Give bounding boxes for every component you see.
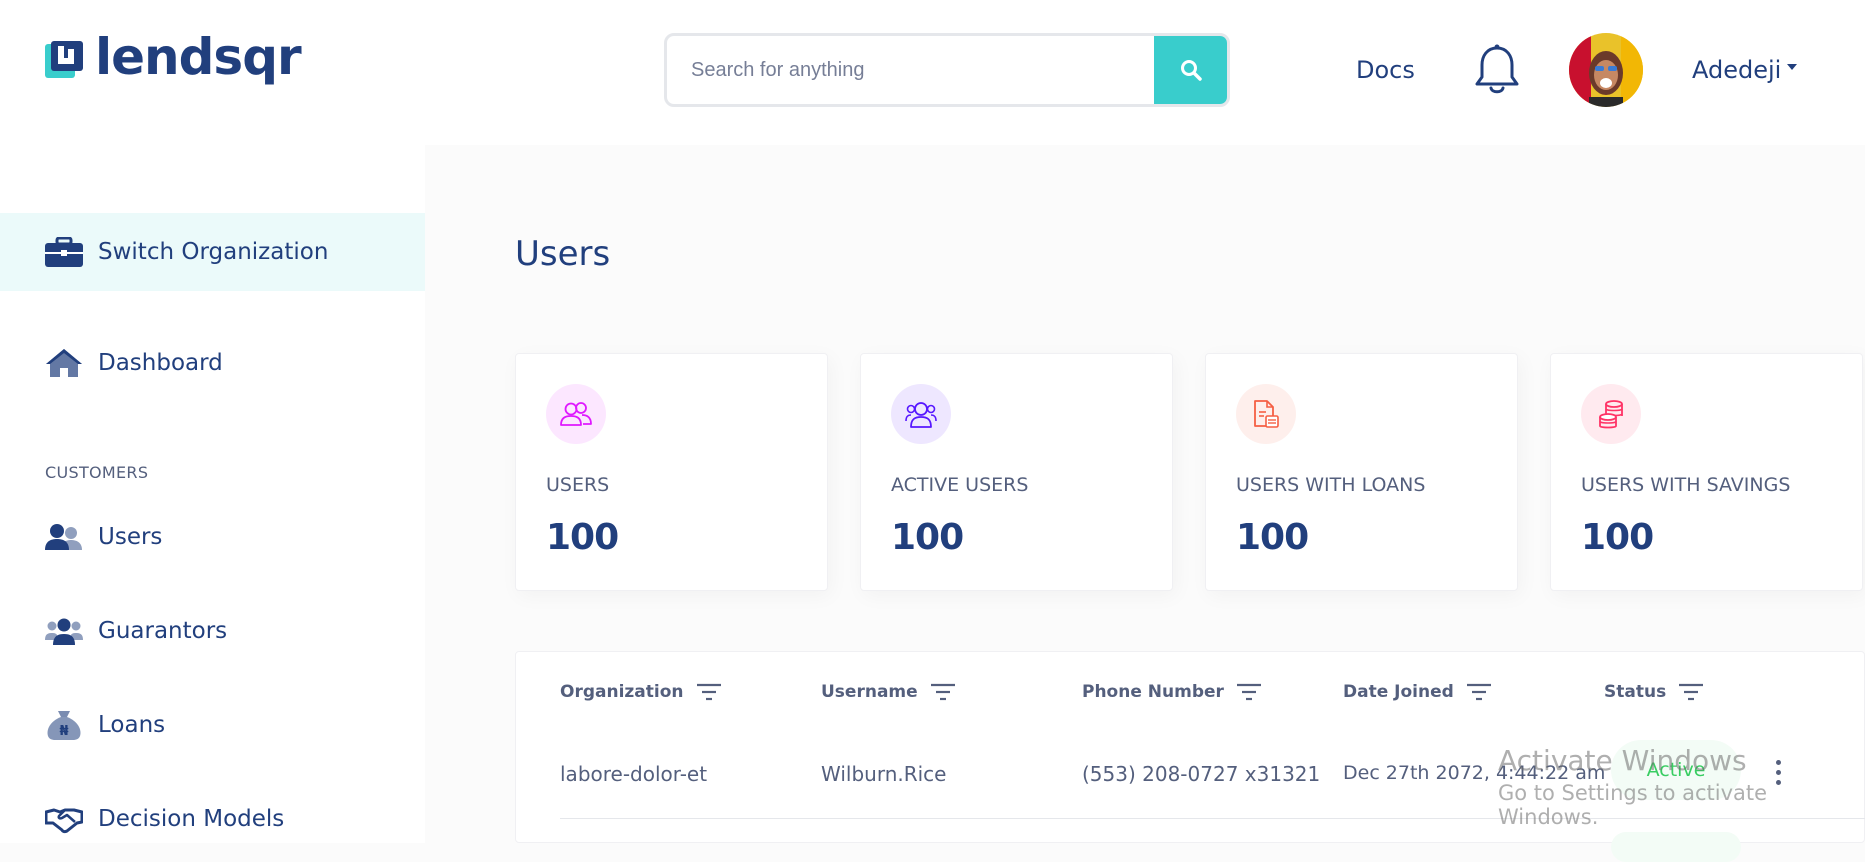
sidebar-item-loans[interactable]: ₦ Loans [0,686,425,764]
notification-bell-icon[interactable] [1474,44,1520,100]
coins-icon [1581,384,1641,444]
users-icon [45,522,83,552]
docs-link[interactable]: Docs [1356,56,1415,84]
sidebar-item-guarantors[interactable]: Guarantors [0,592,425,670]
filter-icon[interactable] [1466,683,1492,701]
user-menu[interactable]: Adedeji [1692,56,1798,84]
status-badge [1611,832,1741,862]
stat-value: 100 [546,517,619,558]
users-outline-icon [546,384,606,444]
column-header-label: Phone Number [1082,682,1224,702]
stat-value: 100 [891,517,964,558]
column-header-label: Organization [560,682,684,702]
sidebar-item-label: Dashboard [98,350,223,376]
stat-value: 100 [1581,517,1654,558]
top-header: lendsqr Docs A [0,0,1865,145]
search-icon [1180,60,1202,81]
column-header-label: Status [1604,682,1667,702]
handshake-icon [45,804,83,834]
watermark-subtitle: Go to Settings to activate Windows. [1498,781,1768,829]
briefcase-icon [45,237,83,267]
filter-icon[interactable] [1678,683,1704,701]
filter-icon[interactable] [930,683,956,701]
filter-icon[interactable] [1236,683,1262,701]
column-header-phone-number[interactable]: Phone Number [1082,682,1262,702]
stat-card-active-users: ACTIVE USERS 100 [860,353,1173,591]
stat-label: ACTIVE USERS [891,474,1029,496]
stat-card-users-with-savings: USERS WITH SAVINGS 100 [1550,353,1863,591]
stat-card-users-with-loans: USERS WITH LOANS 100 [1205,353,1518,591]
column-header-username[interactable]: Username [821,682,956,702]
user-avatar[interactable] [1569,33,1643,107]
column-header-date-joined[interactable]: Date Joined [1343,682,1492,702]
sidebar: Switch Organization Dashboard CUSTOMERS … [0,145,425,843]
search-input[interactable] [667,36,1154,104]
column-header-status[interactable]: Status [1604,682,1704,702]
logo-mark-icon [45,41,83,79]
chevron-down-icon [1787,64,1798,70]
stat-value: 100 [1236,517,1309,558]
sidebar-item-users[interactable]: Users [0,498,425,576]
cell-organization: labore-dolor-et [560,762,708,786]
sidebar-item-label: Guarantors [98,618,228,644]
stat-label: USERS WITH LOANS [1236,474,1426,496]
loan-document-icon [1236,384,1296,444]
section-label-customers: CUSTOMERS [45,463,149,482]
lendsqr-logo[interactable]: lendsqr [45,32,302,82]
stat-card-users: USERS 100 [515,353,828,591]
filter-icon[interactable] [696,683,722,701]
logo-text: lendsqr [95,28,302,86]
stat-label: USERS [546,474,610,496]
windows-activation-watermark: Activate Windows Go to Settings to activ… [1498,744,1865,829]
guarantors-icon [45,616,83,646]
switch-organization-button[interactable]: Switch Organization [0,213,425,291]
loan-sack-icon: ₦ [45,710,83,740]
sidebar-item-label: Loans [98,712,166,738]
search-button[interactable] [1154,36,1227,104]
search-bar [664,33,1230,107]
cell-username: Wilburn.Rice [821,762,947,786]
column-header-organization[interactable]: Organization [560,682,722,702]
watermark-title: Activate Windows [1498,744,1747,777]
sidebar-item-decision-models[interactable]: Decision Models [0,780,425,858]
cell-phone-number: (553) 208-0727 x31321 [1082,762,1321,786]
active-users-icon [891,384,951,444]
stat-label: USERS WITH SAVINGS [1581,474,1791,496]
switch-organization-label: Switch Organization [98,239,329,265]
sidebar-item-dashboard[interactable]: Dashboard [0,324,425,402]
sidebar-item-label: Decision Models [98,806,285,832]
page-title: Users [515,234,611,274]
column-header-label: Username [821,682,918,702]
column-header-label: Date Joined [1343,682,1454,702]
user-name: Adedeji [1692,56,1782,84]
svg-text:₦: ₦ [59,724,68,739]
home-icon [45,348,83,378]
sidebar-item-label: Users [98,524,163,550]
